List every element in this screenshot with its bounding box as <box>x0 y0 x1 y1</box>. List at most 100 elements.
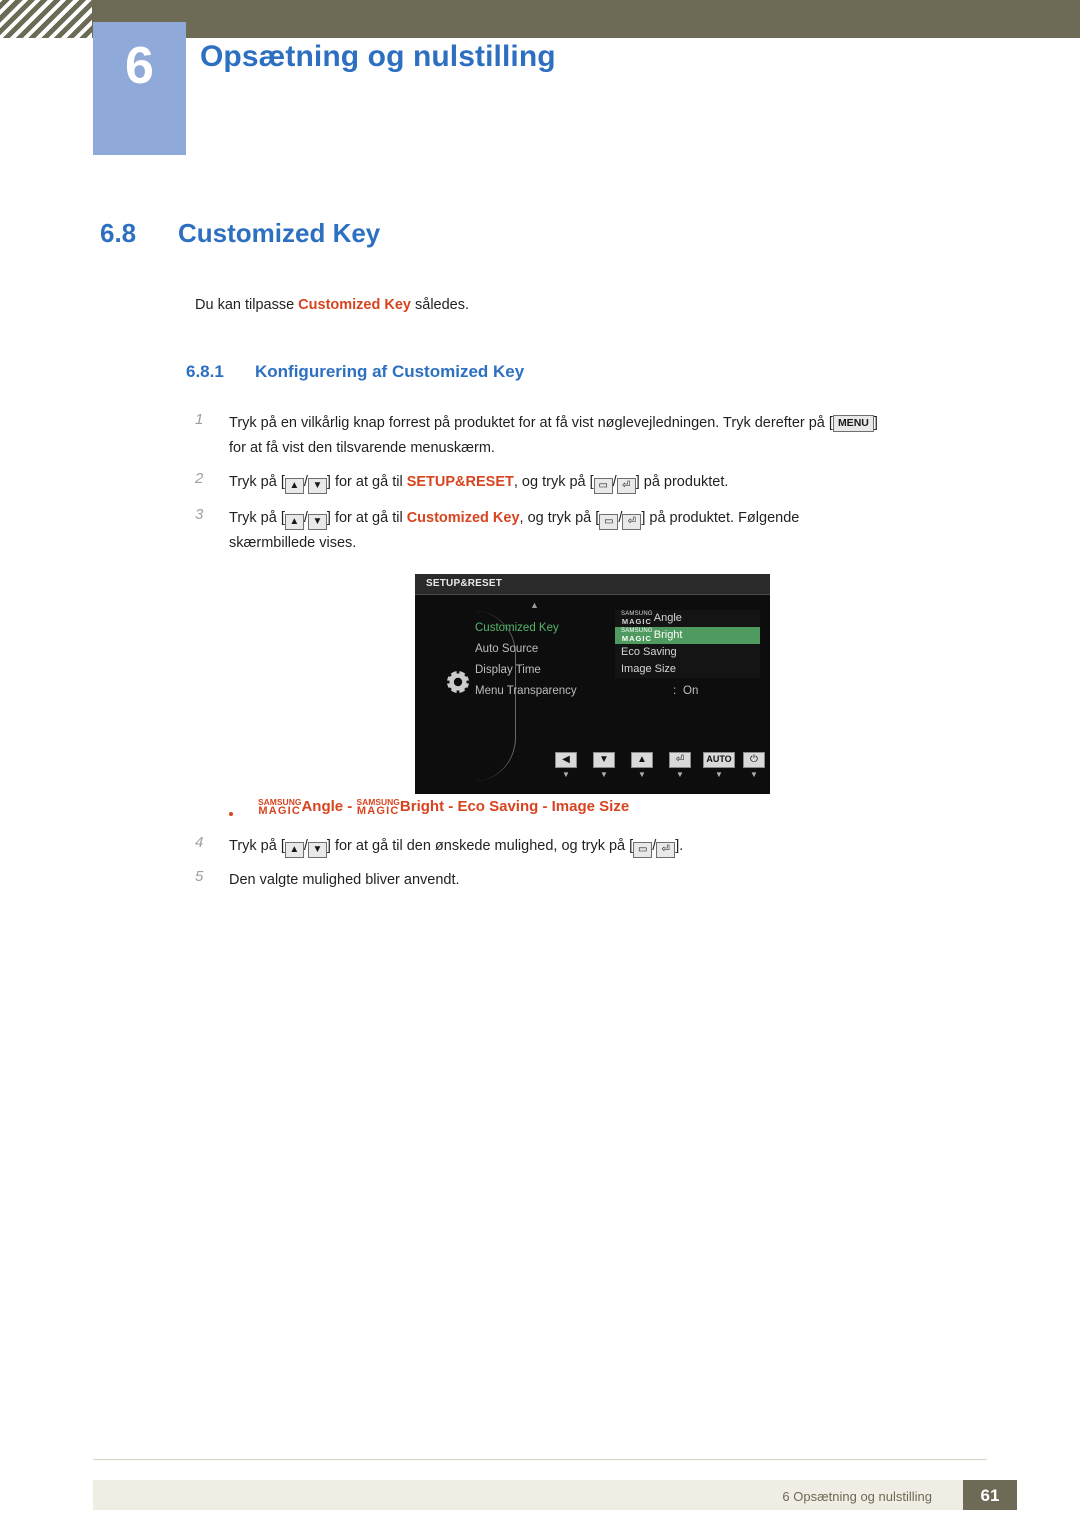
option-sep-1: - <box>343 798 357 815</box>
up-arrow-icon: ▲ <box>284 514 304 530</box>
option-image-size: Image Size <box>551 798 630 815</box>
osd-button-auto[interactable]: AUTO ▼ <box>703 752 735 779</box>
section-title: Customized Key <box>178 218 381 248</box>
step3-keyword: Customized Key <box>406 510 520 526</box>
osd-button-bar: ◀ ▼ ▼ ▼ ▲ ▼ ⏎ ▼ AUTO ▼ ⏻ ▼ <box>415 752 770 784</box>
step-number-4: 4 <box>195 834 204 851</box>
osd-button-enter[interactable]: ⏎ ▼ <box>669 752 691 779</box>
osd-menu-item-auto-source[interactable]: Auto Source <box>475 639 615 660</box>
customized-key-options-line: SAMSUNG MAGIC Angle - SAMSUNG MAGIC Brig… <box>258 798 630 818</box>
auto-label-icon: AUTO <box>703 752 735 768</box>
osd-button-sub-1: ▼ <box>600 770 608 779</box>
enter-icon: ⏎ <box>669 752 691 768</box>
down-arrow-icon: ▼ <box>307 514 327 530</box>
enter-icon: ⏎ <box>616 478 636 494</box>
step1-line2: for at få vist den tilsvarende menuskærm… <box>229 440 495 456</box>
osd-button-sub-4: ▼ <box>715 770 723 779</box>
power-icon: ⏻ <box>743 752 765 768</box>
osd-screenshot: SETUP&RESET ▲ Customized Key : Auto Sour… <box>415 574 770 794</box>
osd-scroll-up-icon: ▲ <box>530 600 539 610</box>
step2-keyword: SETUP&RESET <box>406 474 514 490</box>
osd-menu-item-menu-transparency[interactable]: Menu Transparency <box>475 681 615 702</box>
up-arrow-icon: ▲ <box>284 842 304 858</box>
down-arrow-icon: ▼ <box>307 478 327 494</box>
source-icon: ▭ <box>599 514 619 530</box>
section-intro: Du kan tilpasse Customized Key således. <box>195 297 469 313</box>
osd-button-left[interactable]: ◀ ▼ <box>555 752 577 779</box>
osd-button-down[interactable]: ▼ ▼ <box>593 752 615 779</box>
section-number: 6.8 <box>100 218 137 248</box>
step3-text-d: ] på produktet. Følgende <box>641 510 800 526</box>
step1-text-b: ] <box>873 415 878 431</box>
magic-logo: SAMSUNG MAGIC <box>621 611 653 625</box>
osd-button-sub-5: ▼ <box>750 770 758 779</box>
step1-text-a: Tryk på en vilkårlig knap forrest på pro… <box>229 415 833 431</box>
osd-colon-3: : <box>673 685 677 697</box>
step3-line2: skærmbillede vises. <box>229 535 357 551</box>
step2-text-d: ] på produktet. <box>635 474 729 490</box>
option-eco-saving: Eco Saving <box>457 798 539 815</box>
gear-icon <box>445 669 471 695</box>
step-number-2: 2 <box>195 470 204 487</box>
step4-text-d: ]. <box>675 838 684 854</box>
header-hatch-pattern <box>0 0 92 38</box>
footer-page-number: 61 <box>980 1486 1000 1505</box>
step-number-3: 3 <box>195 506 204 523</box>
step-text-3: Tryk på [▲ / ▼] for at gå til Customized K… <box>229 506 999 556</box>
option-bright: Bright <box>399 798 445 815</box>
osd-menu-value-menu-transparency: On <box>683 685 699 697</box>
enter-icon: ⏎ <box>656 842 676 858</box>
osd-button-up[interactable]: ▲ ▼ <box>631 752 653 779</box>
left-arrow-icon: ◀ <box>555 752 577 768</box>
step4-text-b: ] for at gå til den ønskede mulighed, og… <box>326 838 634 854</box>
osd-title: SETUP&RESET <box>426 578 503 589</box>
osd-button-sub-2: ▼ <box>638 770 646 779</box>
step2-text-b: ] for at gå til <box>326 474 407 490</box>
option-angle: Angle <box>301 798 344 815</box>
magic-logo: SAMSUNG MAGIC <box>621 628 653 642</box>
magic-logo: SAMSUNG MAGIC <box>356 798 400 818</box>
osd-submenu-label-bright: Bright <box>653 629 683 641</box>
osd-menu-list: Customized Key : Auto Source : Display T… <box>475 618 698 702</box>
magic-logo-bottom: MAGIC <box>356 805 400 818</box>
step4-text-a: Tryk på [ <box>229 838 285 854</box>
intro-keyword: Customized Key <box>298 297 411 313</box>
step-number-5: 5 <box>195 868 204 885</box>
subsection-title: Konfigurering af Customized Key <box>255 362 525 381</box>
magic-logo-bottom: MAGIC <box>258 805 302 818</box>
footer-divider <box>93 1459 987 1460</box>
option-sep-3: - <box>538 798 552 815</box>
osd-button-sub-3: ▼ <box>676 770 684 779</box>
step3-text-c: , og tryk på [ <box>519 510 600 526</box>
enter-icon: ⏎ <box>622 514 642 530</box>
step2-text-c: , og tryk på [ <box>513 474 594 490</box>
osd-button-power[interactable]: ⏻ ▼ <box>743 752 765 779</box>
menu-key-glyph: MENU <box>832 415 874 432</box>
down-arrow-icon: ▼ <box>593 752 615 768</box>
step-number-1: 1 <box>195 411 204 428</box>
option-sep-2: - <box>444 798 458 815</box>
osd-submenu-item-image-size[interactable]: Image Size <box>615 661 760 678</box>
osd-submenu-item-magic-angle[interactable]: SAMSUNG MAGIC Angle <box>615 610 760 627</box>
osd-button-sub-0: ▼ <box>562 770 570 779</box>
osd-submenu-label-angle: Angle <box>653 612 682 624</box>
osd-submenu-item-eco-saving[interactable]: Eco Saving <box>615 644 760 661</box>
up-arrow-icon: ▲ <box>284 478 304 494</box>
osd-submenu: SAMSUNG MAGIC Angle SAMSUNG MAGIC Bright… <box>615 610 760 678</box>
footer-chapter-label: 6 Opsætning og nulstilling <box>782 1489 932 1504</box>
chapter-number: 6 <box>125 37 154 95</box>
step3-text-b: ] for at gå til <box>326 510 407 526</box>
step-text-2: Tryk på [▲ / ▼] for at gå til SETUP&RESET,… <box>229 470 999 495</box>
magic-logo-bottom: MAGIC <box>621 634 652 644</box>
magic-logo-bottom: MAGIC <box>621 617 652 627</box>
bullet-marker <box>229 812 233 816</box>
subsection-number: 6.8.1 <box>186 362 224 381</box>
osd-menu-item-customized-key[interactable]: Customized Key <box>475 618 615 639</box>
step2-text-a: Tryk på [ <box>229 474 285 490</box>
magic-logo: SAMSUNG MAGIC <box>258 798 302 818</box>
intro-text-before: Du kan tilpasse <box>195 297 299 313</box>
osd-menu-item-display-time[interactable]: Display Time <box>475 660 615 681</box>
osd-submenu-item-magic-bright[interactable]: SAMSUNG MAGIC Bright <box>615 627 760 644</box>
source-icon: ▭ <box>633 842 653 858</box>
chapter-title: Opsætning og nulstilling <box>200 40 556 73</box>
